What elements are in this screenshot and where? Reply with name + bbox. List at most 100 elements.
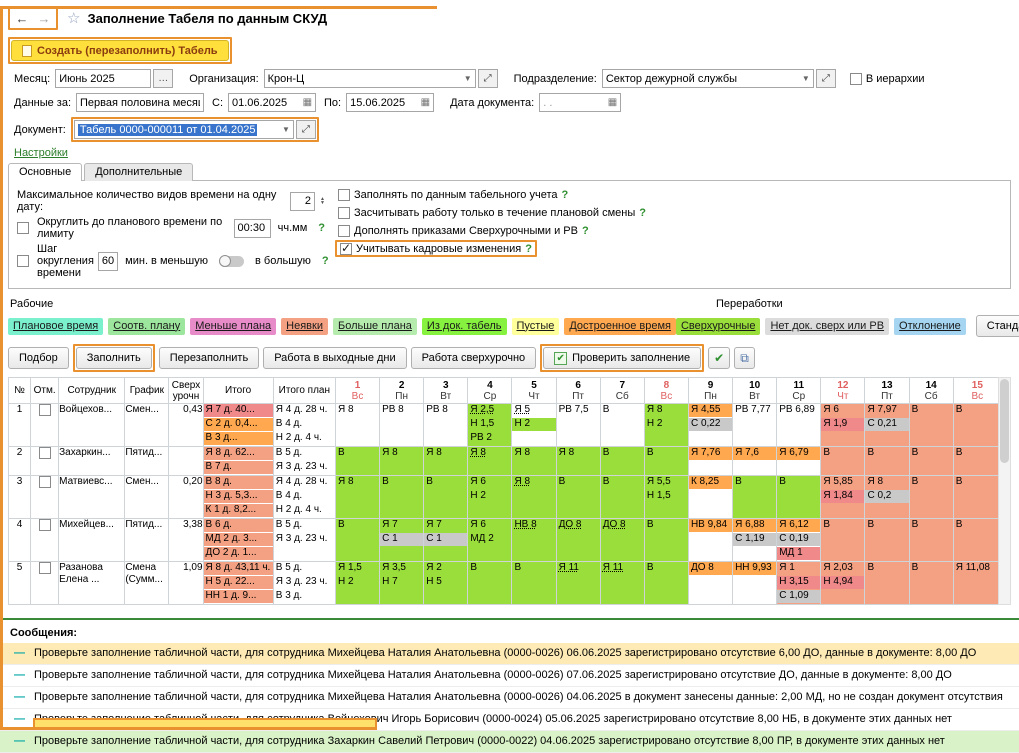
day-cell-1[interactable]: Я 8 — [335, 404, 379, 447]
help-icon[interactable]: ? — [525, 243, 532, 255]
standard-colors-button[interactable]: Стандартные цвета — [976, 315, 1019, 337]
legend-less-than-plan[interactable]: Меньше плана — [190, 318, 276, 335]
fill-button[interactable]: Заполнить — [76, 347, 152, 369]
day-cell-5[interactable]: В — [512, 562, 556, 605]
message-row[interactable]: —Проверьте заполнение табличной части, д… — [0, 643, 1019, 665]
spinner-buttons[interactable]: ▲ ▼ — [320, 197, 325, 205]
date-to-input[interactable]: 15.06.2025 ▦ — [346, 93, 434, 112]
weekend-work-button[interactable]: Работа в выходные дни — [263, 347, 406, 369]
half-month-select[interactable]: Первая половина месяца — [76, 93, 204, 112]
day-cell-6[interactable]: РВ 7,5 — [556, 404, 600, 447]
doc-date-input[interactable]: . . ▦ — [539, 93, 621, 112]
day-header-12[interactable]: 12Чт — [821, 378, 865, 404]
day-header-8[interactable]: 8Вс — [644, 378, 688, 404]
message-row[interactable]: —Проверьте заполнение табличной части, д… — [0, 731, 1019, 753]
day-cell-15[interactable]: В — [953, 476, 1001, 519]
day-cell-10[interactable]: Я 7,6 — [733, 447, 777, 476]
day-cell-9[interactable]: К 8,25 — [688, 476, 732, 519]
day-header-1[interactable]: 1Вс — [335, 378, 379, 404]
row-select-checkbox[interactable] — [39, 476, 51, 488]
checkbox-icon[interactable] — [340, 243, 352, 255]
column-header-2[interactable]: Отм. — [31, 378, 59, 404]
legend-no-overtime-doc[interactable]: Нет док. сверх или РВ — [765, 318, 889, 335]
employee-name[interactable]: Матвиевс... — [59, 476, 125, 519]
row-select-checkbox[interactable] — [39, 519, 51, 531]
day-cell-12[interactable]: В — [821, 447, 865, 476]
day-header-7[interactable]: 7Сб — [600, 378, 644, 404]
back-button[interactable]: ← — [11, 9, 33, 27]
day-cell-15[interactable]: В — [953, 404, 1001, 447]
day-cell-13[interactable]: В — [865, 447, 909, 476]
check-fill-button[interactable]: ✔Проверить заполнение — [543, 347, 701, 369]
day-cell-15[interactable]: В — [953, 519, 1001, 562]
chevron-down-icon[interactable]: ▼ — [799, 74, 810, 83]
message-row[interactable]: —Проверьте заполнение табличной части, д… — [0, 687, 1019, 709]
day-cell-7[interactable]: ДО 8 — [600, 519, 644, 562]
org-input[interactable]: Крон-Ц ▼ — [264, 69, 476, 88]
day-cell-8[interactable]: Я 5,5Н 1,5 — [644, 476, 688, 519]
legend-matches-plan[interactable]: Соотв. плану — [108, 318, 185, 335]
legend-more-than-plan[interactable]: Больше плана — [333, 318, 417, 335]
day-cell-11[interactable]: Я 6,79 — [777, 447, 821, 476]
round-limit-input[interactable]: 00:30 — [234, 219, 271, 238]
legend-overtime[interactable]: Сверхурочные — [676, 318, 760, 335]
message-row[interactable]: —Проверьте заполнение табличной части, д… — [0, 665, 1019, 687]
employee-name[interactable]: Разанова Елена ... — [59, 562, 125, 605]
day-cell-2[interactable]: Я 8 — [380, 447, 424, 476]
day-header-4[interactable]: 4Ср — [468, 378, 512, 404]
day-cell-8[interactable]: Я 8Н 2 — [644, 404, 688, 447]
checkbox-icon[interactable] — [338, 189, 350, 201]
day-cell-10[interactable]: РВ 7,77 — [733, 404, 777, 447]
day-header-6[interactable]: 6Пт — [556, 378, 600, 404]
column-header-6[interactable]: Итого — [203, 378, 273, 404]
select-button[interactable]: Подбор — [8, 347, 69, 369]
column-header-4[interactable]: График — [125, 378, 169, 404]
help-icon[interactable]: ? — [318, 222, 325, 234]
max-kinds-input[interactable]: 2 — [290, 192, 315, 211]
day-cell-13[interactable]: В — [865, 519, 909, 562]
day-cell-3[interactable]: РВ 8 — [424, 404, 468, 447]
day-cell-3[interactable]: Я 8 — [424, 447, 468, 476]
day-cell-15[interactable]: Я 11,08 — [953, 562, 1001, 605]
document-input[interactable]: Табель 0000-000011 от 01.04.2025 ▼ — [74, 120, 294, 139]
day-cell-4[interactable]: Я 2,5Н 1,5РВ 2 — [468, 404, 512, 447]
day-cell-15[interactable]: В — [953, 447, 1001, 476]
day-cell-8[interactable]: В — [644, 447, 688, 476]
setting-checkbox-1[interactable]: Заполнять по данным табельного учета? — [335, 186, 571, 203]
legend-empty[interactable]: Пустые — [512, 318, 560, 335]
help-icon[interactable]: ? — [582, 225, 589, 237]
day-cell-5[interactable]: Я 8 — [512, 447, 556, 476]
legend-from-timesheet-doc[interactable]: Из док. табель — [422, 318, 507, 335]
help-icon[interactable]: ? — [639, 207, 646, 219]
day-cell-8[interactable]: В — [644, 519, 688, 562]
day-cell-6[interactable]: Я 8 — [556, 447, 600, 476]
copy-button[interactable]: ⧉ — [734, 347, 755, 369]
day-cell-6[interactable]: В — [556, 476, 600, 519]
help-icon[interactable]: ? — [561, 189, 568, 201]
day-header-14[interactable]: 14Сб — [909, 378, 953, 404]
day-cell-9[interactable]: НВ 9,84 — [688, 519, 732, 562]
day-cell-14[interactable]: В — [909, 519, 953, 562]
day-cell-2[interactable]: В — [380, 476, 424, 519]
day-cell-7[interactable]: В — [600, 404, 644, 447]
day-header-13[interactable]: 13Пт — [865, 378, 909, 404]
employee-name[interactable]: Михейцев... — [59, 519, 125, 562]
chevron-down-icon[interactable]: ▼ — [461, 74, 472, 83]
day-header-9[interactable]: 9Пн — [688, 378, 732, 404]
day-cell-4[interactable]: Я 8 — [468, 447, 512, 476]
refill-button[interactable]: Перезаполнить — [159, 347, 259, 369]
day-cell-2[interactable]: Я 3,5Н 7 — [380, 562, 424, 605]
rounding-step-input[interactable]: 60 — [98, 252, 118, 271]
day-cell-3[interactable]: В — [424, 476, 468, 519]
setting-checkbox-2[interactable]: Засчитывать работу только в течение план… — [335, 204, 649, 221]
day-cell-9[interactable]: ДО 8 — [688, 562, 732, 605]
spin-down-icon[interactable]: ▼ — [320, 201, 325, 205]
day-cell-13[interactable]: Я 7,97С 0,21 — [865, 404, 909, 447]
settings-group-link[interactable]: Настройки — [14, 147, 68, 159]
dept-input[interactable]: Сектор дежурной службы ▼ — [602, 69, 814, 88]
legend-planned-time[interactable]: Плановое время — [8, 318, 103, 335]
day-cell-12[interactable]: В — [821, 519, 865, 562]
day-cell-1[interactable]: В — [335, 447, 379, 476]
day-cell-1[interactable]: В — [335, 519, 379, 562]
calendar-icon[interactable]: ▦ — [303, 97, 312, 108]
